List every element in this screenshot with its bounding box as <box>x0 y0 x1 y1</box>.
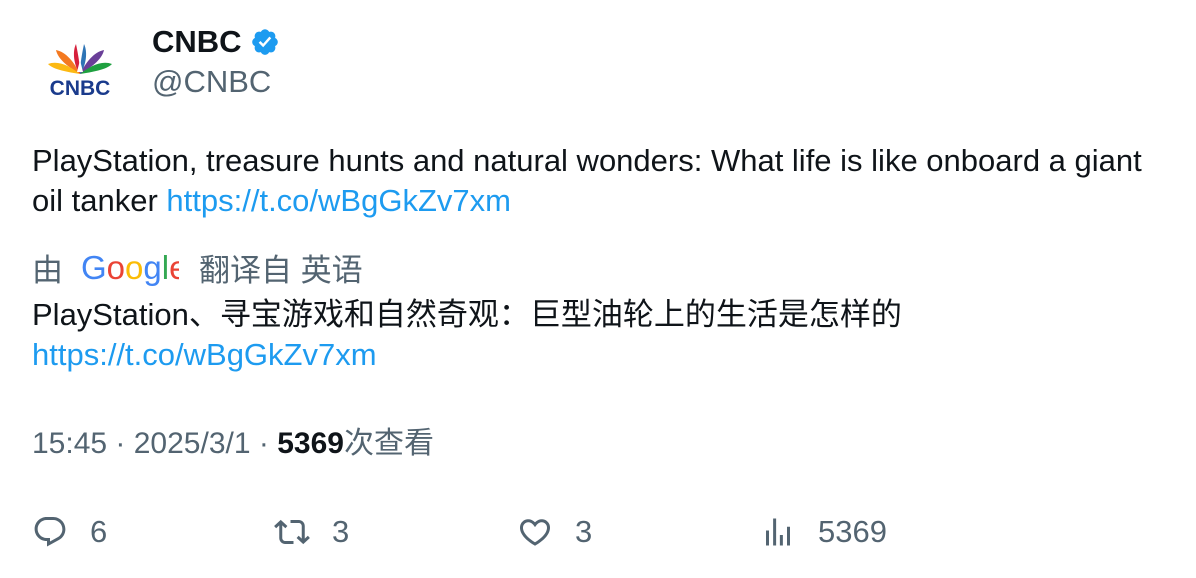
author-name-row: CNBC <box>152 22 280 62</box>
translation-suffix: 翻译自 英语 <box>199 252 363 288</box>
tweet-time[interactable]: 15:45 <box>32 427 107 460</box>
views-action-count: 5369 <box>818 514 887 549</box>
reply-icon <box>34 517 66 547</box>
google-logo: Google <box>81 249 179 286</box>
reply-count: 6 <box>90 514 108 549</box>
translated-link[interactable]: https://t.co/wBgGkZv7xm <box>32 337 377 372</box>
views-count: 5369 <box>277 427 344 460</box>
translated-text: PlayStation、寻宝游戏和自然奇观：巨型油轮上的生活是怎样的 https… <box>32 295 1152 375</box>
tweet-meta: 15:45 · 2025/3/1 · 5369次查看 <box>32 424 434 464</box>
cnbc-peacock-logo: CNBC <box>48 44 112 100</box>
avatar-wordmark: CNBC <box>50 77 111 100</box>
verified-badge-icon[interactable] <box>250 27 280 57</box>
meta-separator: · <box>107 427 134 460</box>
tweet-date[interactable]: 2025/3/1 <box>134 427 251 460</box>
display-name[interactable]: CNBC <box>152 22 242 62</box>
retweet-button[interactable]: 3 <box>274 510 349 554</box>
google-wordmark: Google <box>81 249 179 286</box>
reply-button[interactable]: 6 <box>32 510 107 554</box>
author-handle[interactable]: @CNBC <box>152 62 271 102</box>
action-bar: 6 3 3 5369 <box>32 510 1162 554</box>
tweet-text: PlayStation, treasure hunts and natural … <box>32 141 1152 221</box>
heart-icon <box>519 519 551 546</box>
retweet-icon <box>274 519 310 545</box>
translated-body: PlayStation、寻宝游戏和自然奇观：巨型油轮上的生活是怎样的 <box>32 297 902 332</box>
avatar[interactable]: CNBC <box>32 24 128 120</box>
views-button[interactable]: 5369 <box>760 510 887 554</box>
tweet-link[interactable]: https://t.co/wBgGkZv7xm <box>166 183 511 218</box>
like-count: 3 <box>575 514 593 549</box>
views-label: 次查看 <box>343 427 434 460</box>
retweet-count: 3 <box>332 514 350 549</box>
like-button[interactable]: 3 <box>517 510 592 554</box>
bar-chart-icon <box>766 518 790 546</box>
translation-attribution[interactable]: 由 Google 翻译自 英语 <box>32 245 363 289</box>
translation-prefix: 由 <box>32 252 63 288</box>
meta-separator: · <box>250 427 278 460</box>
